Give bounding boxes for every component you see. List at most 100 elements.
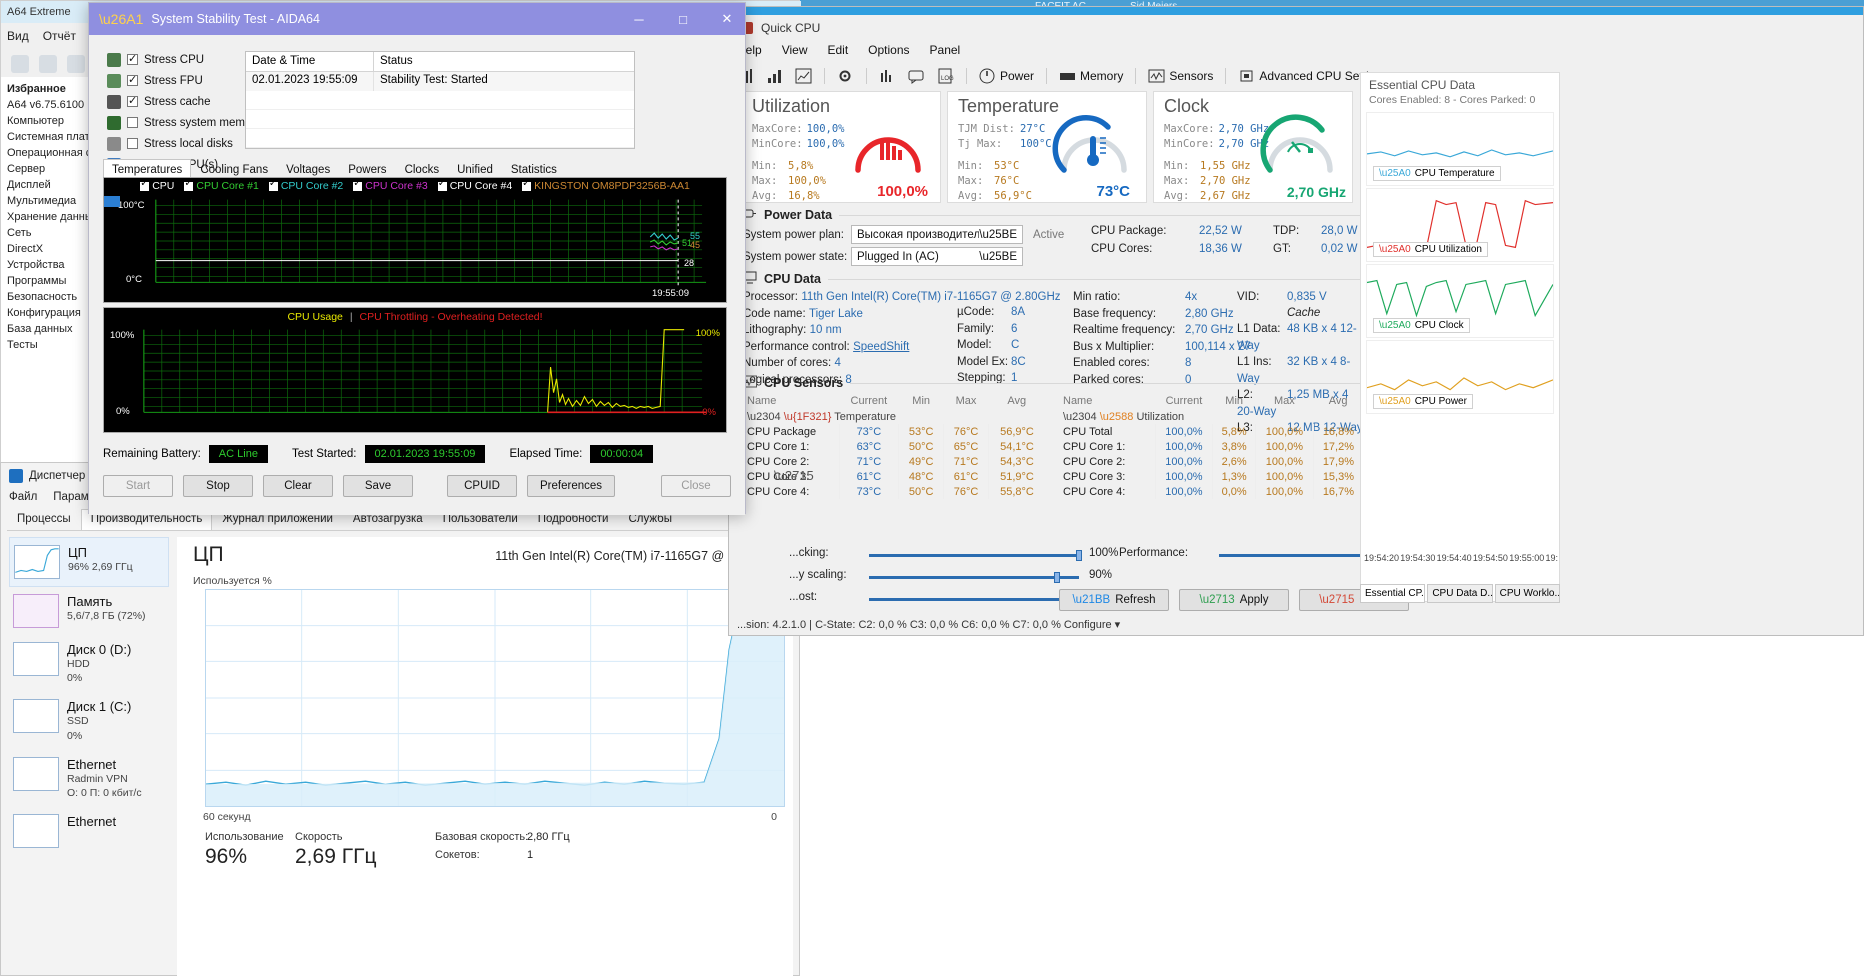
memory-button[interactable]: Memory	[1059, 68, 1123, 84]
essential-panel-tabs[interactable]: Essential CP... CPU Data D... CPU Worklo…	[1360, 584, 1560, 603]
slider-2-track[interactable]	[869, 594, 1082, 605]
cpuid-button[interactable]: CPUID	[447, 475, 517, 497]
stress-option-disks[interactable]: Stress local disks	[107, 135, 261, 152]
quick-cpu-toolbar[interactable]: LOG Power Memory Sensors Advanced CPU Se…	[737, 63, 1857, 89]
stability-test-log[interactable]: Date & Time Status 02.01.2023 19:55:09 S…	[245, 51, 635, 149]
tm-menu-file[interactable]: Файл	[9, 491, 37, 503]
list-item[interactable]: Ethernet Radmin VPN О: 0 П: 0 кбит/с	[9, 750, 169, 807]
note-icon[interactable]	[908, 68, 925, 84]
line-chart-icon[interactable]	[795, 68, 812, 84]
stress-cpu-checkbox[interactable]	[127, 52, 138, 65]
menu-view[interactable]: View	[782, 43, 808, 57]
tab-cpu-data[interactable]: CPU Data D...	[1427, 584, 1493, 603]
perf-control-link[interactable]: SpeedShift	[853, 341, 909, 353]
quick-cpu-menubar[interactable]: Help View Edit Options Panel	[737, 43, 960, 57]
aida64-tree-item-3[interactable]: Операционная сист	[4, 145, 93, 161]
chevron-down-icon: \u25BE	[979, 228, 1017, 241]
aida64-tree-item-15[interactable]: Тесты	[4, 337, 93, 353]
aida64-menu-view[interactable]: Вид	[7, 29, 29, 49]
aida64-tree-favorites[interactable]: Избранное	[4, 81, 93, 97]
clear-button[interactable]: Clear	[263, 475, 333, 497]
aida64-tree-item-9[interactable]: DirectX	[4, 241, 93, 257]
cpu-power-chip[interactable]: \u25A0 CPU Power	[1373, 394, 1473, 409]
chart-scroll-indicator[interactable]	[104, 196, 120, 207]
tab-processes[interactable]: Процессы	[7, 509, 81, 530]
start-button[interactable]: Start	[103, 475, 173, 497]
aida64-menu-report[interactable]: Отчёт	[43, 29, 76, 49]
stress-option-cpu[interactable]: Stress CPU	[107, 51, 261, 68]
log-icon[interactable]: LOG	[937, 68, 954, 84]
stress-option-memory[interactable]: Stress system memory	[107, 114, 261, 131]
cpu-utilization-chip[interactable]: \u25A0 CPU Utilization	[1373, 242, 1488, 257]
list-item[interactable]: Диск 1 (C:) SSD 0%	[9, 692, 169, 749]
aida64-tree-item-10[interactable]: Устройства	[4, 257, 93, 273]
aida64-tree-item-1[interactable]: Компьютер	[4, 113, 93, 129]
tab-essential-cpu[interactable]: Essential CP...	[1360, 584, 1426, 603]
refresh-icon[interactable]	[67, 55, 85, 73]
expand-chevron-icon[interactable]: \u2304	[1063, 411, 1097, 423]
slider-1-track[interactable]	[869, 572, 1079, 583]
aida64-tree-item-13[interactable]: Конфигурация	[4, 305, 93, 321]
refresh-button[interactable]: \u21BB Refresh	[1059, 589, 1169, 611]
slider-0-track[interactable]	[869, 550, 1082, 561]
table-group-row[interactable]: \u2304 \u2588 Utilization	[1059, 409, 1363, 424]
sensors-button[interactable]: Sensors	[1148, 68, 1213, 84]
slider-0-knob[interactable]	[1076, 550, 1082, 561]
table-row[interactable]: 02.01.2023 19:55:09 Stability Test: Star…	[246, 72, 634, 91]
histogram-icon[interactable]	[766, 68, 783, 84]
stress-disks-checkbox[interactable]	[127, 138, 138, 149]
back-icon[interactable]	[11, 55, 29, 73]
stability-test-buttons[interactable]: Start Stop Clear Save CPUID Preferences …	[89, 475, 745, 497]
stress-memory-checkbox[interactable]	[127, 117, 138, 128]
memory-thumbnail	[13, 594, 59, 628]
stop-button[interactable]: Stop	[183, 475, 253, 497]
aida64-tree-item-6[interactable]: Мультимедиа	[4, 193, 93, 209]
stress-fpu-checkbox[interactable]	[127, 73, 138, 86]
stress-option-fpu[interactable]: Stress FPU	[107, 72, 261, 89]
maximize-button[interactable]: □	[665, 3, 701, 35]
stress-cache-checkbox[interactable]	[127, 94, 138, 107]
stress-option-cache[interactable]: Stress cache	[107, 93, 261, 110]
power-state-select[interactable]: Plugged In (AC) \u25BE	[851, 247, 1023, 266]
table-group-row[interactable]: \u2304 \u{1F321} Temperature	[743, 409, 1045, 424]
task-manager-resource-list[interactable]: ЦП 96% 2,69 ГГц Память 5,6/7,8 ГБ (72%) …	[9, 537, 169, 977]
list-item[interactable]: Ethernet	[9, 807, 169, 855]
quick-cpu-actions[interactable]: \u21BB Refresh \u2713 Apply \u2715 Close	[1059, 589, 1409, 611]
menu-edit[interactable]: Edit	[827, 43, 848, 57]
close-dialog-button[interactable]: Close	[661, 475, 731, 497]
aida64-tree-item-0[interactable]: A64 v6.75.6100	[4, 97, 93, 113]
aida64-tree-item-11[interactable]: Программы	[4, 273, 93, 289]
cpu-temperature-chip[interactable]: \u25A0 CPU Temperature	[1373, 166, 1501, 181]
menu-panel[interactable]: Panel	[930, 43, 961, 57]
slider-1-knob[interactable]	[1054, 572, 1060, 583]
list-item[interactable]: Диск 0 (D:) HDD 0%	[9, 635, 169, 692]
aida64-tree-item-8[interactable]: Сеть	[4, 225, 93, 241]
aida64-tree-item-7[interactable]: Хранение данных	[4, 209, 93, 225]
floating-close-icon[interactable]: \u2715	[774, 468, 814, 483]
aida64-tree-item-12[interactable]: Безопасность	[4, 289, 93, 305]
list-item[interactable]: Память 5,6/7,8 ГБ (72%)	[9, 587, 169, 635]
expand-chevron-icon[interactable]: \u2304	[747, 411, 781, 423]
aida64-tree-item-14[interactable]: База данных	[4, 321, 93, 337]
monitor-graph-icon[interactable]	[879, 68, 896, 84]
forward-icon[interactable]	[39, 55, 57, 73]
aida64-tree-item-2[interactable]: Системная плата	[4, 129, 93, 145]
slider-3-track[interactable]	[1219, 550, 1372, 561]
close-window-button[interactable]: ✕	[709, 3, 745, 35]
apply-button[interactable]: \u2713 Apply	[1179, 589, 1289, 611]
menu-options[interactable]: Options	[868, 43, 909, 57]
slider-row[interactable]: ...y scaling: 90%	[789, 569, 1409, 591]
aida64-tree-item-4[interactable]: Сервер	[4, 161, 93, 177]
tdp-value: 28,0 W	[1321, 225, 1358, 237]
list-item[interactable]: ЦП 96% 2,69 ГГц	[9, 537, 169, 587]
power-button[interactable]: Power	[979, 68, 1034, 84]
temp-marker-kingston: 45	[690, 240, 701, 250]
minimize-button[interactable]: ─	[621, 3, 657, 35]
tab-cpu-workload[interactable]: CPU Worklo...	[1494, 584, 1560, 603]
gear-icon[interactable]	[837, 68, 854, 84]
aida64-tree-item-5[interactable]: Дисплей	[4, 177, 93, 193]
power-plan-select[interactable]: Высокая производительно... \u25BE	[851, 225, 1023, 244]
save-button[interactable]: Save	[343, 475, 413, 497]
cpu-clock-chip[interactable]: \u25A0 CPU Clock	[1373, 318, 1470, 333]
preferences-button[interactable]: Preferences	[527, 475, 616, 497]
